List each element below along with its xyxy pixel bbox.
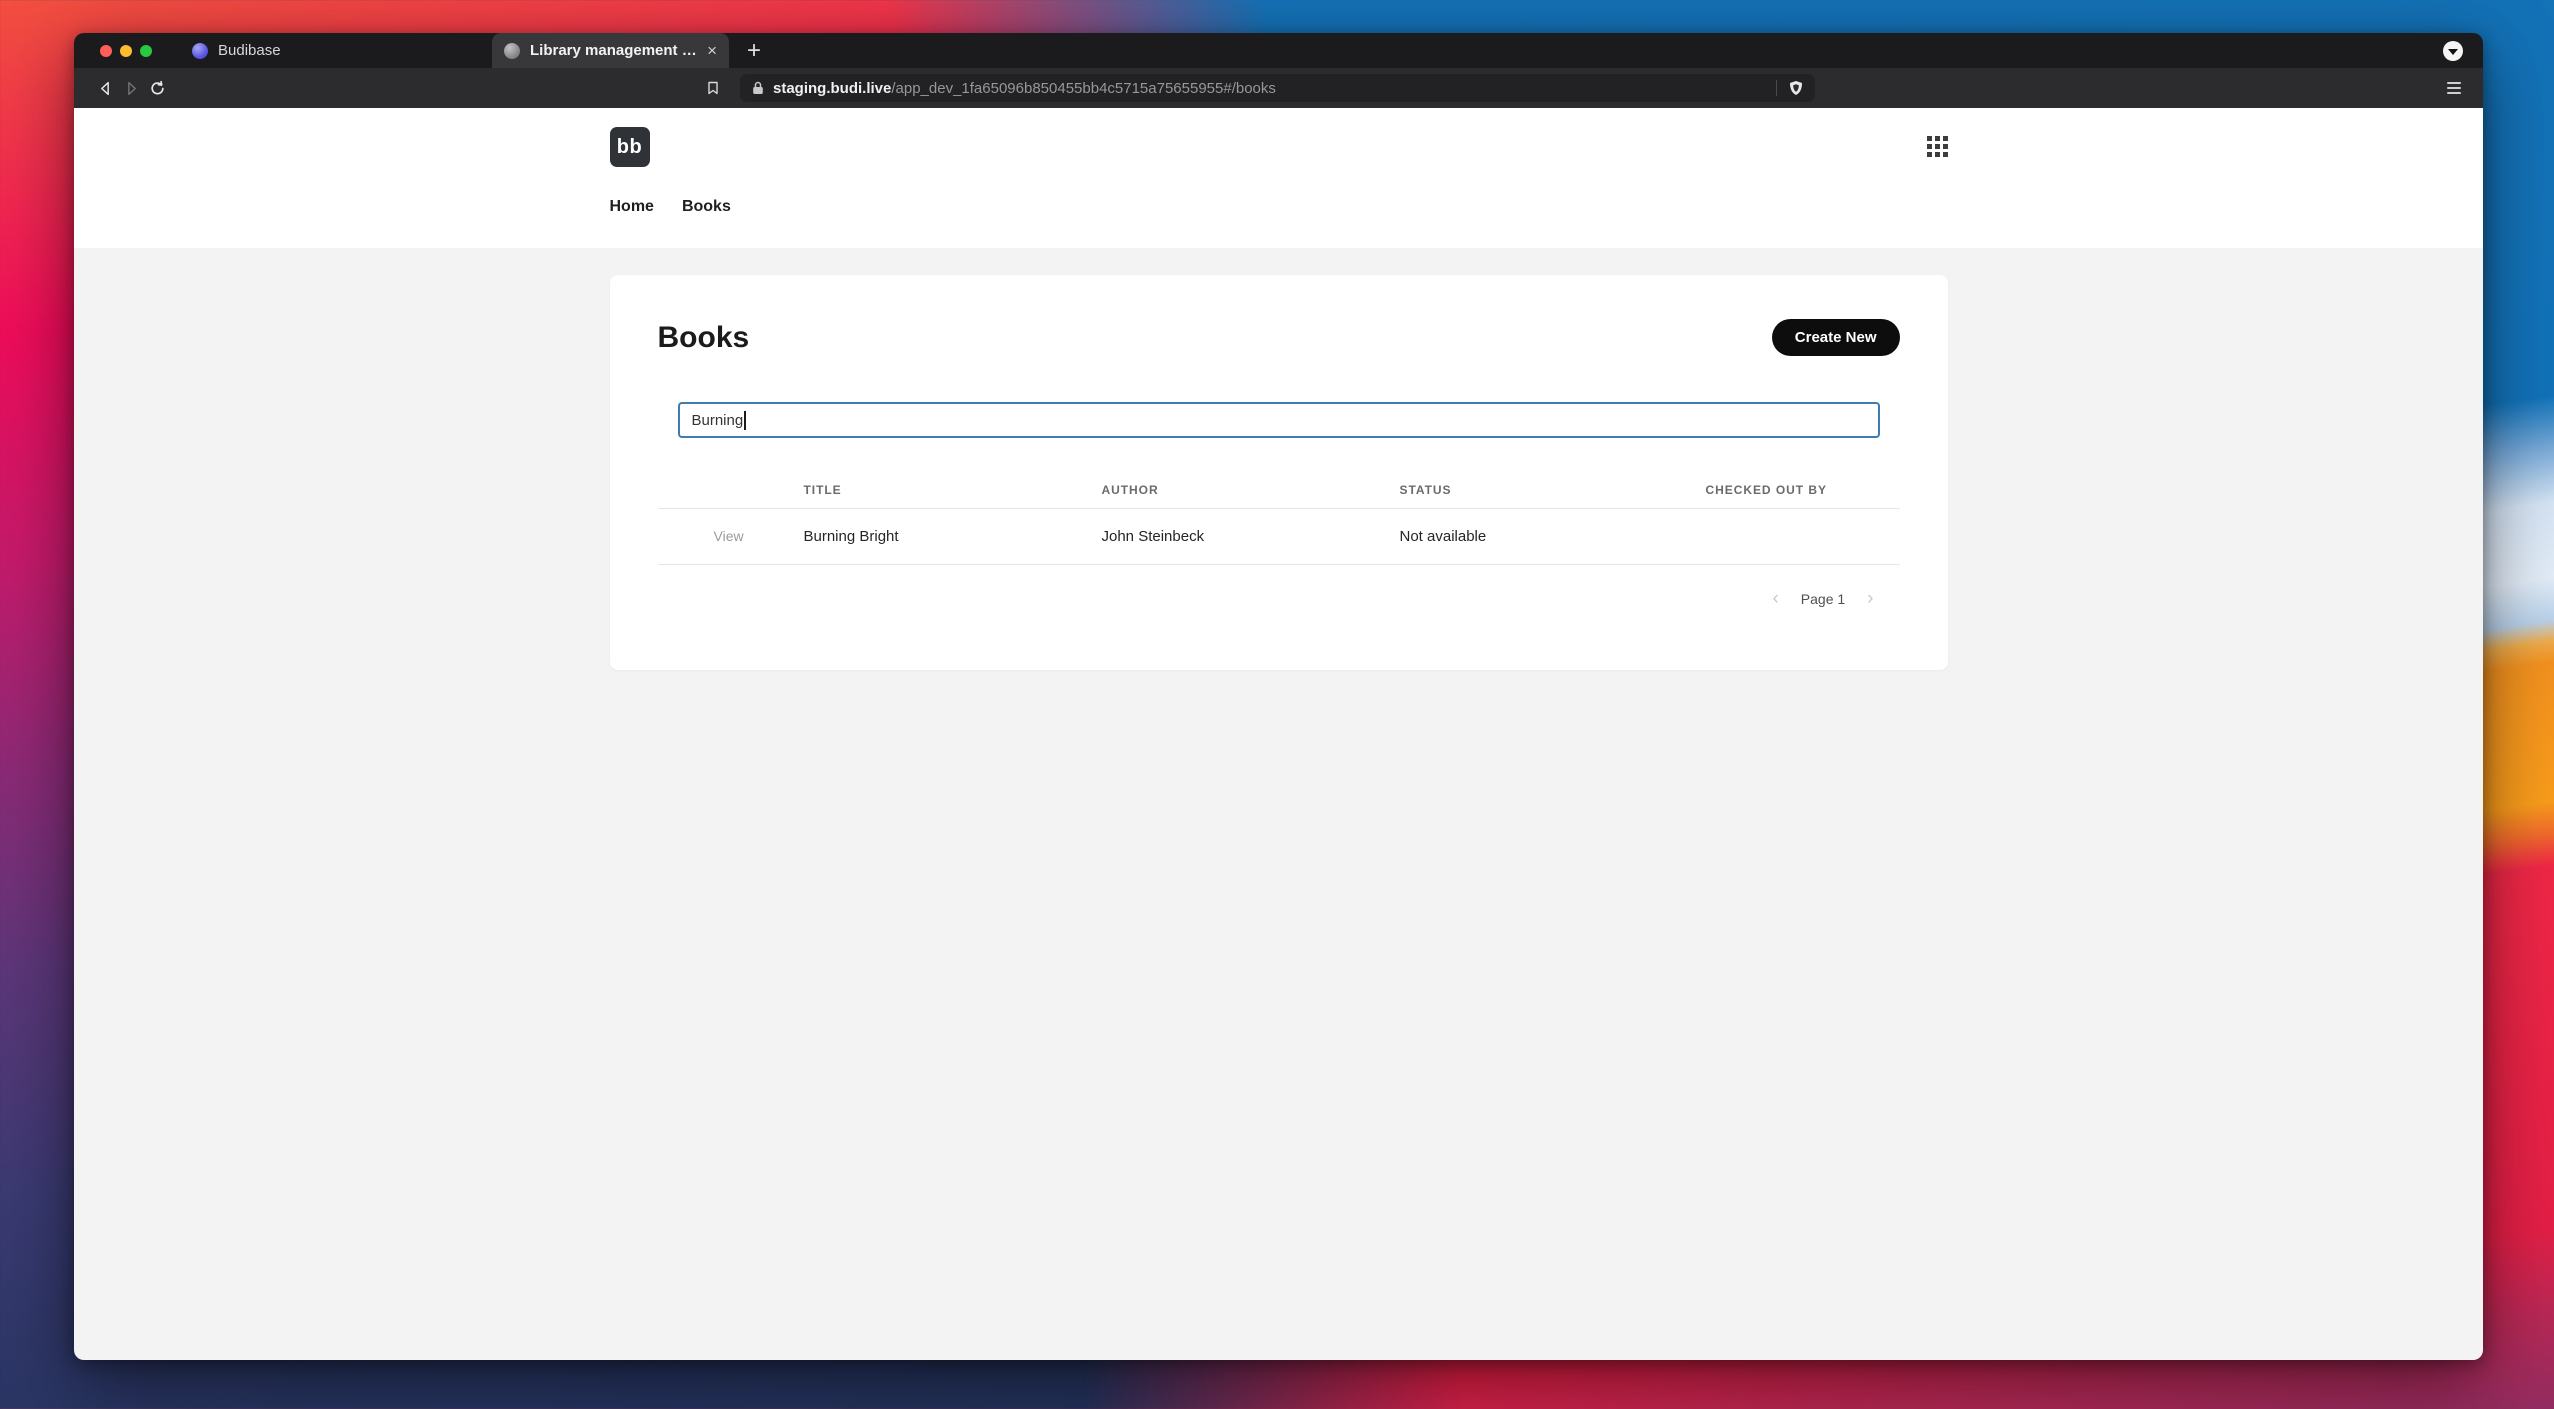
tab-budibase[interactable]: Budibase xyxy=(182,33,392,68)
app-page: bb Home Books Books Create New Burning T… xyxy=(74,108,2483,1360)
tab-label: Library management app xyxy=(530,42,700,59)
pagination-next-icon[interactable]: › xyxy=(1867,589,1873,608)
back-button[interactable] xyxy=(92,75,118,101)
books-card: Books Create New Burning TITLE AUTHOR ST… xyxy=(609,275,1948,670)
forward-button[interactable] xyxy=(118,75,144,101)
new-tab-button[interactable]: + xyxy=(747,38,761,63)
forward-arrow-icon xyxy=(127,81,136,95)
traffic-lights xyxy=(100,44,152,57)
url-path: /app_dev_1fa65096b850455bb4c5715a7565595… xyxy=(891,79,1276,97)
budibase-logo: bb xyxy=(609,127,650,167)
tab-library-management-app[interactable]: Library management app × xyxy=(492,33,729,68)
bookmark-icon xyxy=(708,81,718,95)
app-favicon-icon xyxy=(504,42,520,59)
bookmark-button[interactable] xyxy=(700,75,726,101)
search-input[interactable]: Burning xyxy=(677,402,1880,438)
column-header-author: AUTHOR xyxy=(1101,483,1159,497)
lock-icon xyxy=(753,81,763,94)
chevron-down-icon xyxy=(2448,48,2458,55)
text-caret xyxy=(744,410,746,430)
tab-label: Budibase xyxy=(218,42,281,59)
browser-window: Budibase Library management app × + stag… xyxy=(74,33,2483,1360)
tab-bar: Budibase Library management app × + xyxy=(74,33,2483,68)
cell-title: Burning Bright xyxy=(803,528,899,545)
page-body: Books Create New Burning TITLE AUTHOR ST… xyxy=(74,248,2483,1360)
nav-item-home[interactable]: Home xyxy=(610,198,654,216)
card-header: Books Create New xyxy=(658,275,1900,356)
main-nav: Home Books xyxy=(610,198,731,216)
close-window-button[interactable] xyxy=(100,44,112,57)
cell-author: John Steinbeck xyxy=(1101,528,1205,545)
budibase-favicon-icon xyxy=(192,42,208,59)
column-header-title: TITLE xyxy=(803,483,842,497)
reload-button[interactable] xyxy=(144,75,170,101)
minimize-window-button[interactable] xyxy=(120,44,132,57)
app-header: bb Home Books xyxy=(74,108,2483,248)
view-link[interactable]: View xyxy=(714,528,744,544)
pagination-prev-icon[interactable]: ‹ xyxy=(1772,589,1778,608)
browser-toolbar: staging.budi.live /app_dev_1fa65096b8504… xyxy=(74,68,2483,108)
search-input-value: Burning xyxy=(691,411,744,429)
urlbar-divider xyxy=(1776,80,1777,96)
cell-status: Not available xyxy=(1399,528,1487,545)
nav-item-books[interactable]: Books xyxy=(682,198,731,216)
brave-shield-icon[interactable] xyxy=(1789,80,1803,96)
tab-search-button[interactable] xyxy=(2443,40,2463,61)
table-header-row: TITLE AUTHOR STATUS CHECKED OUT BY xyxy=(658,472,1900,508)
create-new-button[interactable]: Create New xyxy=(1771,319,1900,356)
books-table: TITLE AUTHOR STATUS CHECKED OUT BY View … xyxy=(657,472,1900,565)
reload-icon xyxy=(150,80,164,94)
menu-button[interactable] xyxy=(2447,82,2461,94)
close-tab-icon[interactable]: × xyxy=(707,42,717,59)
pagination-label: Page 1 xyxy=(1800,590,1846,607)
url-domain: staging.budi.live xyxy=(773,79,892,97)
table-row: View Burning Bright John Steinbeck Not a… xyxy=(657,508,1900,565)
column-header-checked-out-by: CHECKED OUT BY xyxy=(1705,483,1827,497)
column-header-status: STATUS xyxy=(1399,483,1452,497)
zoom-window-button[interactable] xyxy=(140,44,152,57)
back-arrow-icon xyxy=(100,81,109,95)
page-title: Books xyxy=(657,320,750,354)
pagination: ‹ Page 1 › xyxy=(658,589,1900,608)
apps-grid-icon[interactable] xyxy=(1926,136,1948,157)
address-bar[interactable]: staging.budi.live /app_dev_1fa65096b8504… xyxy=(740,74,1815,102)
